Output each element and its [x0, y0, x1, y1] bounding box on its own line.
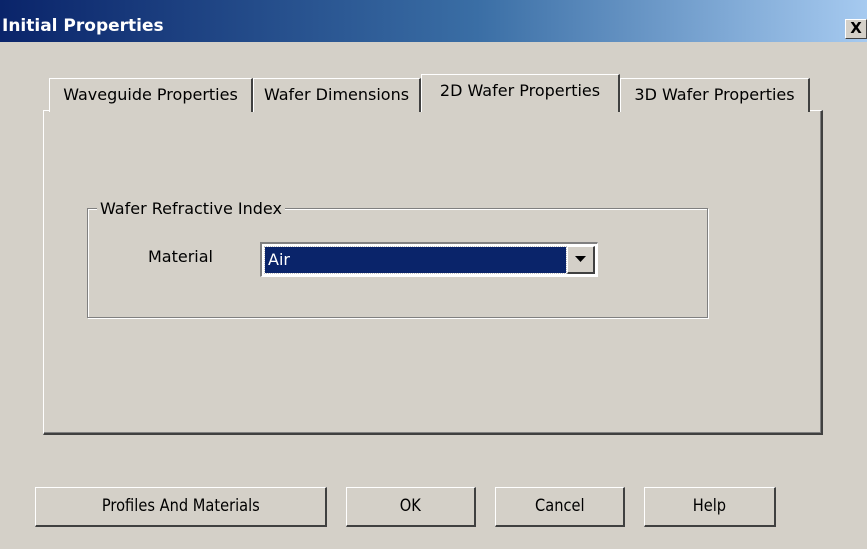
- tab-waveguide-properties[interactable]: Waveguide Properties: [49, 78, 253, 112]
- group-title: Wafer Refractive Index: [97, 199, 285, 219]
- profiles-and-materials-button[interactable]: Profiles And Materials: [35, 487, 327, 527]
- tab-label: Wafer Dimensions: [263, 85, 410, 104]
- material-select[interactable]: Air: [260, 242, 598, 277]
- ok-button[interactable]: OK: [346, 487, 476, 527]
- button-label: Cancel: [534, 496, 585, 516]
- tab-label: 3D Wafer Properties: [634, 85, 795, 104]
- tab-wafer-dimensions[interactable]: Wafer Dimensions: [253, 78, 421, 112]
- cancel-button[interactable]: Cancel: [495, 487, 625, 527]
- button-label: Help: [692, 496, 727, 516]
- button-label: Profiles And Materials: [101, 496, 260, 516]
- tab-3d-wafer-properties[interactable]: 3D Wafer Properties: [620, 78, 810, 112]
- material-selected-value: Air: [264, 246, 567, 274]
- dropdown-button[interactable]: [567, 246, 595, 274]
- window-title: Initial Properties: [2, 16, 164, 36]
- chevron-down-icon: [575, 256, 586, 262]
- close-button[interactable]: X: [845, 19, 867, 39]
- tab-2d-wafer-properties[interactable]: 2D Wafer Properties: [421, 74, 620, 112]
- button-label: OK: [399, 496, 422, 516]
- tab-label: Waveguide Properties: [63, 85, 238, 104]
- title-bar[interactable]: Initial Properties X: [0, 0, 867, 42]
- help-button[interactable]: Help: [644, 487, 776, 527]
- close-icon: X: [850, 19, 862, 37]
- material-label: Material: [148, 247, 213, 266]
- tab-label: 2D Wafer Properties: [439, 81, 601, 100]
